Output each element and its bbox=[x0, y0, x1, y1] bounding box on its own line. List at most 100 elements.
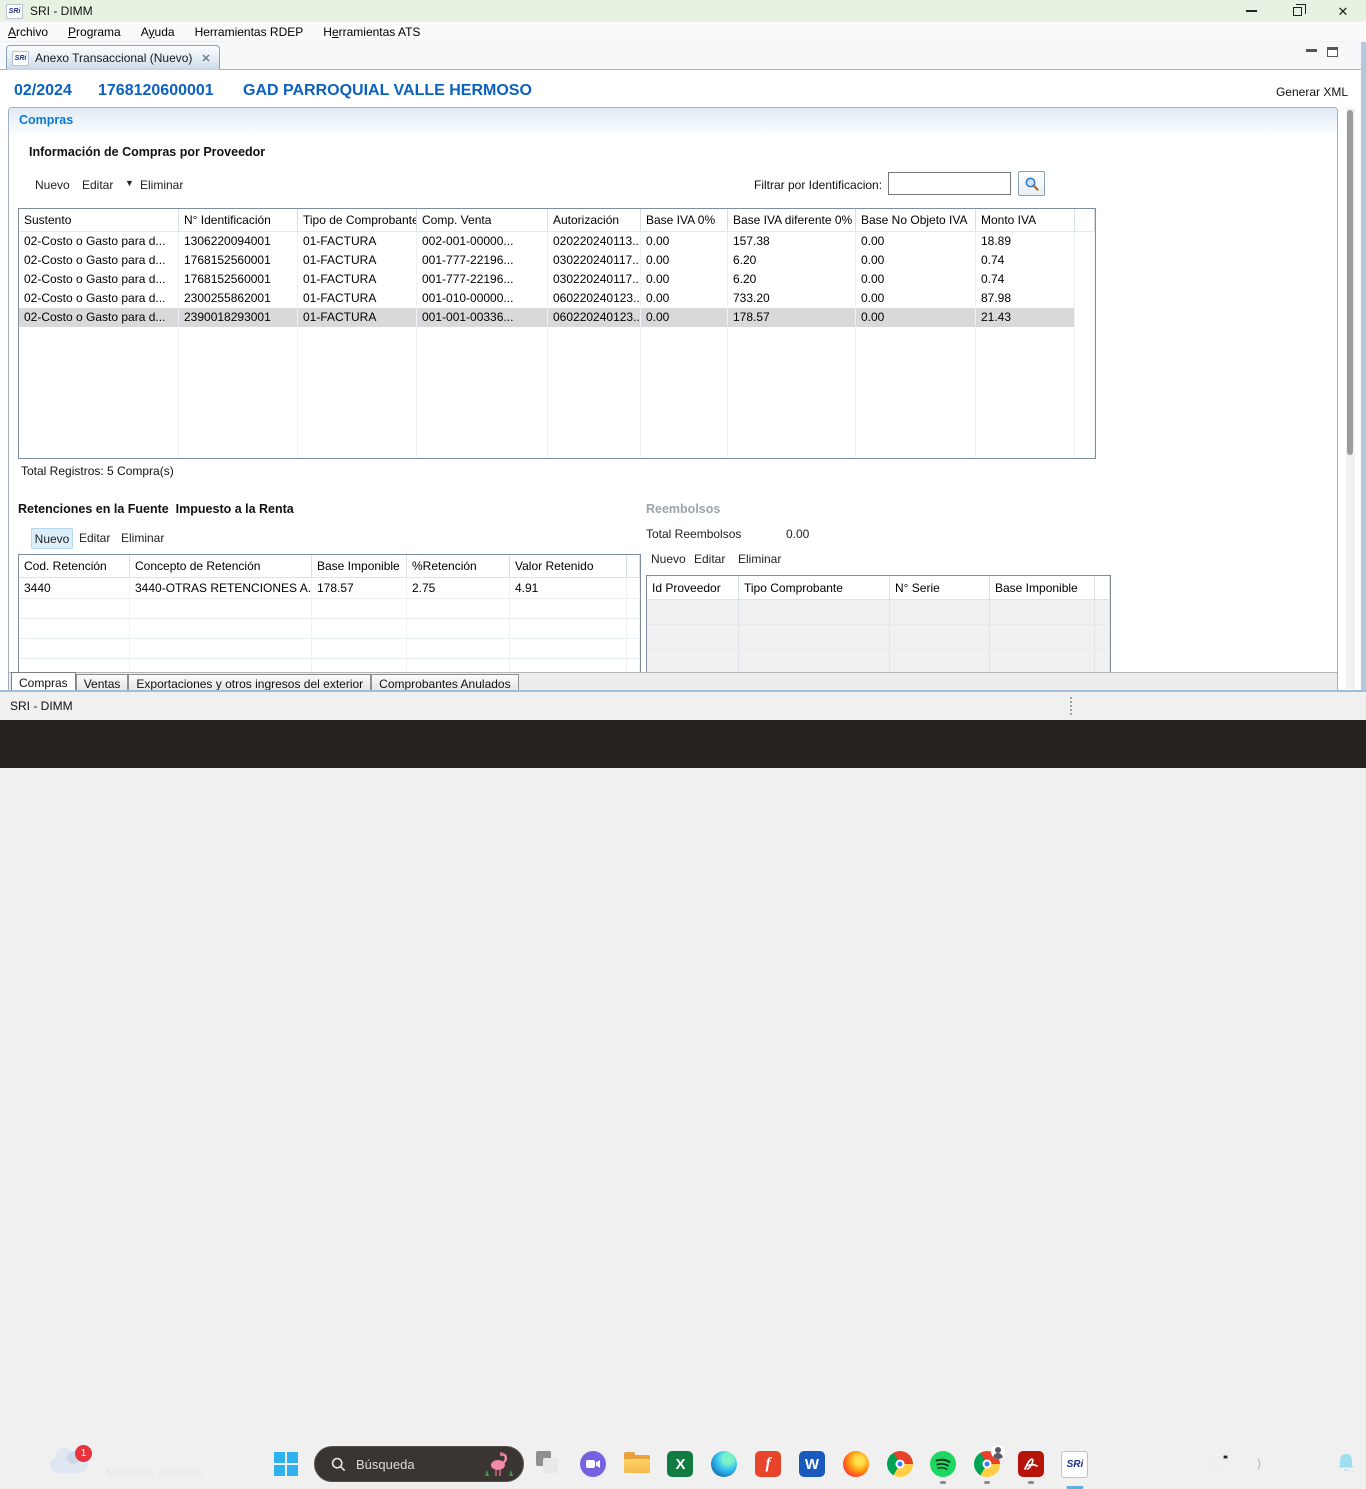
generar-xml-button[interactable]: Generar XML bbox=[1276, 85, 1348, 99]
cell: 178.57 bbox=[728, 308, 856, 327]
menu-herramientas-ats[interactable]: Herramientas ATS bbox=[313, 22, 430, 42]
clock[interactable]: 15:34 6/6/2024 bbox=[1279, 1449, 1328, 1479]
table-row[interactable]: 02-Costo o Gasto para d... 1306220094001… bbox=[19, 232, 1095, 251]
cell: 060220240123... bbox=[548, 308, 641, 327]
cell: 0.00 bbox=[856, 232, 976, 251]
column-header[interactable]: Base No Objeto IVA bbox=[856, 209, 976, 231]
minimize-button[interactable] bbox=[1228, 0, 1274, 22]
column-header[interactable]: Base Imponible bbox=[990, 576, 1095, 599]
lang-line1: ESP bbox=[1167, 1451, 1201, 1464]
acrobat-icon[interactable] bbox=[1016, 1449, 1046, 1479]
filter-search-button[interactable] bbox=[1018, 171, 1045, 196]
panel-header bbox=[9, 108, 1337, 134]
filter-input[interactable] bbox=[888, 172, 1011, 195]
column-header[interactable]: Base Imponible bbox=[312, 555, 407, 577]
firefox-icon[interactable] bbox=[841, 1449, 871, 1479]
column-header[interactable]: Comp. Venta bbox=[417, 209, 548, 231]
editor-tab-bar: SRi Anexo Transaccional (Nuevo) ✕ bbox=[0, 42, 1366, 70]
column-header[interactable]: N° Serie bbox=[890, 576, 990, 599]
cloud-icon: 1 bbox=[48, 1447, 94, 1481]
task-view-icon[interactable] bbox=[534, 1449, 564, 1479]
column-header[interactable]: Tipo Comprobante bbox=[739, 576, 890, 599]
taskbar-search[interactable]: Búsqueda bbox=[314, 1446, 524, 1482]
column-header[interactable]: Valor Retenido bbox=[510, 555, 627, 577]
menu-ayuda[interactable]: Ayuda bbox=[131, 22, 185, 42]
column-header[interactable]: Concepto de Retención bbox=[130, 555, 312, 577]
cell: 2390018293001 bbox=[179, 308, 298, 327]
column-header[interactable]: Tipo de Comprobante bbox=[298, 209, 417, 231]
empty-row bbox=[19, 639, 640, 659]
editar-dropdown-icon[interactable]: ▼ bbox=[125, 178, 134, 188]
language-indicator[interactable]: ESP LAA bbox=[1167, 1451, 1201, 1477]
chrome-icon[interactable] bbox=[885, 1449, 915, 1479]
lang-line2: LAA bbox=[1167, 1464, 1201, 1477]
close-icon: ✕ bbox=[1338, 5, 1349, 18]
sri-dimm-icon[interactable]: SRi bbox=[1060, 1449, 1090, 1479]
table-row[interactable]: 02-Costo o Gasto para d... 1768152560001… bbox=[19, 251, 1095, 270]
vertical-scrollbar[interactable] bbox=[1346, 108, 1355, 689]
view-maximize-icon[interactable] bbox=[1327, 47, 1338, 57]
table-row[interactable]: 02-Costo o Gasto para d... 1768152560001… bbox=[19, 270, 1095, 289]
retenciones-eliminar-button[interactable]: Eliminar bbox=[121, 531, 164, 545]
reembolsos-eliminar-button[interactable]: Eliminar bbox=[738, 552, 781, 566]
column-header[interactable]: Sustento bbox=[19, 209, 179, 231]
reembolsos-title: Reembolsos bbox=[646, 502, 720, 516]
network-icon[interactable] bbox=[1207, 1454, 1231, 1474]
weather-temperature: 23°C bbox=[106, 1449, 203, 1464]
column-header[interactable]: N° Identificación bbox=[179, 209, 298, 231]
reembolsos-editar-button[interactable]: Editar bbox=[694, 552, 725, 566]
column-header[interactable]: Id Proveedor bbox=[647, 576, 739, 599]
menu-herramientas-rdep[interactable]: Herramientas RDEP bbox=[185, 22, 314, 42]
notifications-bell-icon[interactable] bbox=[1336, 1451, 1356, 1478]
reembolsos-table: Id Proveedor Tipo Comprobante N° Serie B… bbox=[646, 575, 1111, 673]
column-header-filler bbox=[627, 555, 640, 577]
weather-widget[interactable]: 1 23°C Mayorm. nublado bbox=[48, 1444, 268, 1484]
file-explorer-icon[interactable] bbox=[622, 1449, 652, 1479]
cell: 2300255862001 bbox=[179, 289, 298, 308]
compras-table-header: Sustento N° Identificación Tipo de Compr… bbox=[19, 209, 1095, 232]
column-header[interactable]: Autorización bbox=[548, 209, 641, 231]
view-minimize-icon[interactable] bbox=[1306, 49, 1317, 52]
menu-archivo[interactable]: Archivo bbox=[0, 22, 58, 42]
cell: 2.75 bbox=[407, 578, 510, 598]
retenciones-nuevo-button[interactable]: Nuevo bbox=[31, 528, 73, 549]
column-header[interactable]: Base IVA 0% bbox=[641, 209, 728, 231]
volume-icon[interactable] bbox=[1243, 1455, 1263, 1473]
foxit-pdf-icon[interactable]: f bbox=[753, 1449, 783, 1479]
column-header-filler bbox=[1095, 576, 1110, 599]
retenciones-editar-button[interactable]: Editar bbox=[79, 531, 110, 545]
start-button[interactable] bbox=[274, 1452, 298, 1476]
word-icon[interactable]: W bbox=[797, 1449, 827, 1479]
spotify-icon[interactable] bbox=[928, 1449, 958, 1479]
edge-icon[interactable] bbox=[709, 1449, 739, 1479]
cell: 0.74 bbox=[976, 270, 1075, 289]
tab-close-icon[interactable]: ✕ bbox=[201, 52, 210, 65]
reembolsos-nuevo-button[interactable]: Nuevo bbox=[651, 552, 686, 566]
table-row[interactable]: 02-Costo o Gasto para d... 2300255862001… bbox=[19, 289, 1095, 308]
column-header[interactable]: Monto IVA bbox=[976, 209, 1075, 231]
column-header[interactable]: Cod. Retención bbox=[19, 555, 130, 577]
profile-avatar bbox=[991, 1445, 1005, 1459]
restore-button[interactable] bbox=[1274, 0, 1320, 22]
empty-row bbox=[19, 659, 640, 673]
menu-programa[interactable]: Programa bbox=[58, 22, 131, 42]
resize-gripper[interactable] bbox=[1070, 695, 1072, 717]
column-header[interactable]: Base IVA diferente 0% bbox=[728, 209, 856, 231]
table-row[interactable]: 3440 3440-OTRAS RETENCIONES A... 178.57 … bbox=[19, 578, 640, 599]
cell: 01-FACTURA bbox=[298, 232, 417, 251]
tray-chevron-up-icon[interactable] bbox=[1141, 1457, 1167, 1471]
chrome-profile-icon[interactable] bbox=[972, 1449, 1002, 1479]
taskbar-icons: X f W SRi bbox=[534, 1440, 1090, 1488]
compras-nuevo-button[interactable]: Nuevo bbox=[35, 178, 70, 192]
compras-editar-button[interactable]: Editar bbox=[82, 178, 113, 192]
close-button[interactable]: ✕ bbox=[1320, 0, 1366, 22]
excel-icon[interactable]: X bbox=[665, 1449, 695, 1479]
compras-eliminar-button[interactable]: Eliminar bbox=[140, 178, 183, 192]
ruc-label: 1768120600001 bbox=[98, 82, 214, 100]
column-header[interactable]: %Retención bbox=[407, 555, 510, 577]
chat-app-icon[interactable] bbox=[578, 1449, 608, 1479]
total-reembolsos-label: Total Reembolsos bbox=[646, 527, 741, 541]
tab-anexo-transaccional[interactable]: SRi Anexo Transaccional (Nuevo) ✕ bbox=[6, 45, 220, 70]
table-row-selected[interactable]: 02-Costo o Gasto para d... 2390018293001… bbox=[19, 308, 1095, 327]
scrollbar-thumb[interactable] bbox=[1347, 110, 1353, 455]
